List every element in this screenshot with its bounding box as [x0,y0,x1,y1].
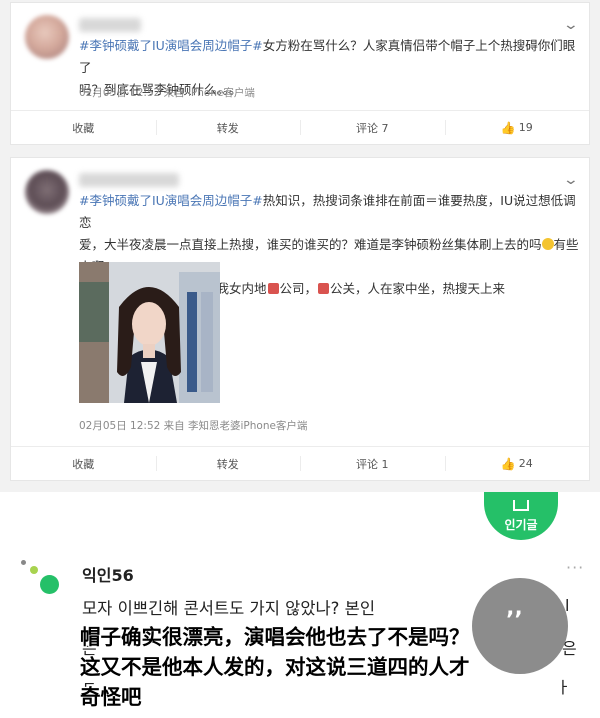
thumbs-up-icon: 👍 [500,456,516,471]
hashtag-link[interactable]: #李钟硕戴了IU演唱会周边帽子# [79,193,263,208]
like-button[interactable]: 👍 24 [444,447,590,480]
repost-button[interactable]: 转发 [155,111,301,144]
level-dot-icon [21,560,26,565]
more-options-icon[interactable]: ··· [566,558,584,577]
weibo-post-1: ⌄ #李钟硕戴了IU演唱会周边帽子#女方粉在骂什么？人家真情侣带个帽子上个热搜碍… [10,2,590,145]
photo-illustration [79,262,220,403]
caption-line: 奇怪吧 [80,685,142,709]
post-meta: 02月05日 12:52 来自 iPhone客户端 [79,87,255,99]
avatar[interactable] [25,15,69,59]
red-square-emoji-icon [318,283,330,294]
action-bar: 收藏 转发 评论 7 👍 19 [11,110,589,144]
repost-button[interactable]: 转发 [155,447,301,480]
hashtag-link[interactable]: #李钟硕戴了IU演唱会周边帽子# [79,38,263,53]
chevron-down-icon[interactable]: ⌄ [563,17,579,33]
comment-text-fragment: ㅏ [556,678,571,697]
like-button[interactable]: 👍 19 [444,111,590,144]
chevron-down-icon[interactable]: ⌄ [563,172,579,188]
repost-label: 转发 [216,121,239,135]
korean-comment-section: 인기글 익인56 ··· 모자 이쁘긴해 콘서트도 가지 않았나? 본인 l 은… [0,492,600,718]
collect-label: 收藏 [72,457,95,471]
repost-label: 转发 [216,457,239,471]
post-meta: 02月05日 12:52 来自 李知恩老婆iPhone客户端 [79,420,308,432]
like-count: 19 [518,121,533,134]
laugh-cry-emoji-icon [541,238,554,250]
weibo-post-2: ⌄ #李钟硕戴了IU演唱会周边帽子#热知识，热搜词条谁排在前面＝谁要热度，IU说… [10,157,590,481]
blurred-username [79,18,141,32]
translation-caption: 帽子确实很漂亮，演唱会他也去了不是吗？ 这又不是他本人发的，对这说三道四的人才 … [80,622,550,712]
popular-label: 인기글 [504,518,538,532]
level-dot-icon [40,575,59,594]
caption-line: 帽子确实很漂亮，演唱会他也去了不是吗？ [80,625,470,649]
red-square-emoji-icon [267,283,279,294]
post-photo[interactable] [79,262,220,403]
caption-line: 这又不是他本人发的，对这说三道四的人才 [80,655,470,679]
level-dot-icon [30,566,38,574]
comment-button[interactable]: 评论 7 [300,111,445,144]
collect-button[interactable]: 收藏 [11,447,156,480]
post-text-line: 公司， [279,281,318,296]
collect-button[interactable]: 收藏 [11,111,156,144]
comment-button[interactable]: 评论 1 [300,447,445,480]
thumbs-up-icon: 👍 [500,120,516,135]
popular-posts-button[interactable]: 인기글 [484,492,558,540]
comment-label: 评论 7 [356,121,389,135]
document-icon [513,500,529,511]
post-text-line: 爱，大半夜凌晨一点直接上热搜，谁买的谁买的？难道是李钟硕粉丝集体刷上去的吗 [79,237,542,252]
blurred-username [79,173,179,187]
collect-label: 收藏 [72,121,95,135]
post-text-line: 公关，人在家中坐，热搜天上来 [330,281,506,296]
like-count: 24 [518,457,533,470]
comment-text: 모자 이쁘긴해 콘서트도 가지 않았나? 본인 [82,599,376,618]
comment-label: 评论 1 [356,457,389,471]
action-bar: 收藏 转发 评论 1 👍 24 [11,446,589,480]
avatar[interactable] [25,170,69,214]
comment-username: 익인56 [82,566,134,585]
